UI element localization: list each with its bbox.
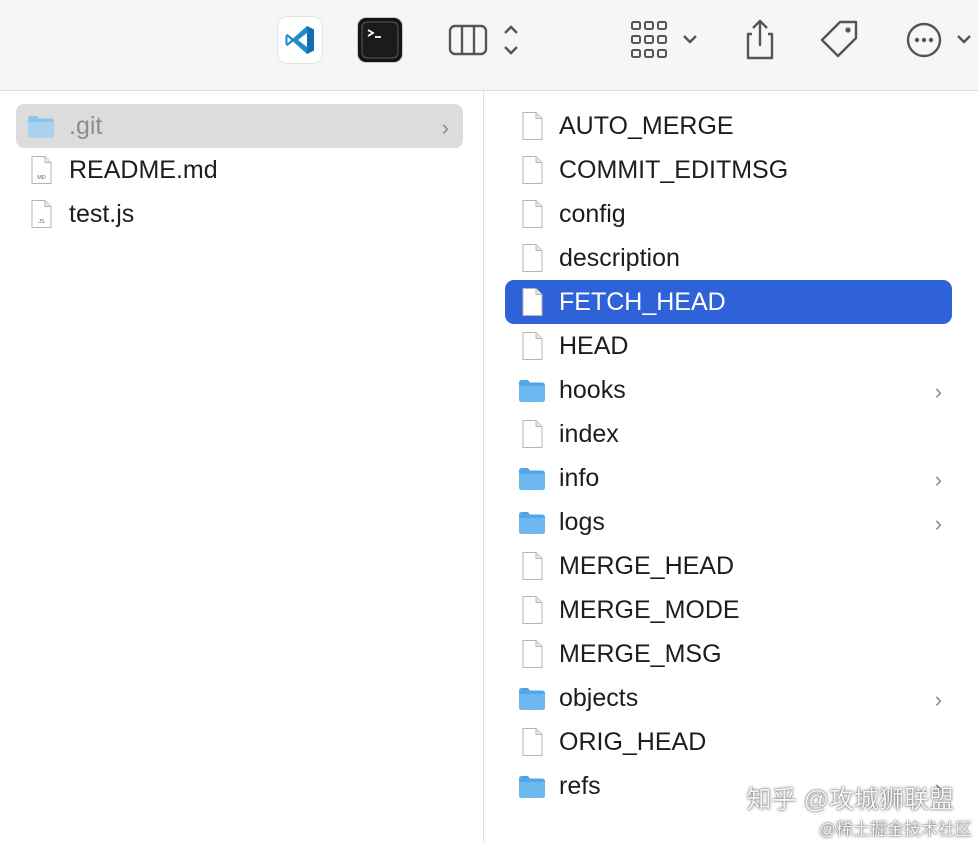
document-icon: MD: [26, 155, 56, 185]
list-item-testjs[interactable]: JS test.js: [16, 192, 463, 236]
list-item[interactable]: description: [505, 236, 952, 280]
item-label: test.js: [69, 200, 135, 228]
document-icon: [517, 727, 547, 757]
file-badge: JS: [38, 219, 45, 225]
folder-icon: [26, 111, 56, 141]
list-item-git-folder[interactable]: .git ›: [16, 104, 463, 148]
chevron-right-icon: ›: [441, 115, 449, 140]
item-label: AUTO_MERGE: [559, 112, 734, 140]
item-label: .git: [69, 112, 103, 140]
chevron-right-icon: ›: [934, 687, 942, 712]
item-label: hooks: [559, 376, 626, 404]
left-column: .git › MD README.md JS test.js: [0, 91, 484, 842]
item-label: MERGE_MODE: [559, 596, 740, 624]
right-column: AUTO_MERGE COMMIT_EDITMSGconfig descriptio…: [484, 91, 978, 842]
list-item[interactable]: index: [505, 412, 952, 456]
document-icon: [517, 287, 547, 317]
more-icon[interactable]: [902, 18, 978, 62]
list-item[interactable]: MERGE_MSG: [505, 632, 952, 676]
item-label: HEAD: [559, 332, 629, 360]
item-label: README.md: [69, 156, 218, 184]
item-label: ORIG_HEAD: [559, 728, 707, 756]
watermark-text: 知乎 @攻城狮联盟: [746, 786, 954, 814]
share-icon[interactable]: [740, 18, 780, 62]
folder-icon: [517, 771, 547, 801]
list-item[interactable]: MERGE_MODE: [505, 588, 952, 632]
list-item[interactable]: info ›: [505, 456, 952, 500]
list-item[interactable]: ORIG_HEAD: [505, 720, 952, 764]
group-icon[interactable]: [628, 18, 704, 62]
folder-icon: [517, 507, 547, 537]
terminal-app-icon[interactable]: [358, 18, 402, 62]
item-label: COMMIT_EDITMSG: [559, 156, 789, 184]
item-label: FETCH_HEAD: [559, 288, 726, 316]
item-label: objects: [559, 684, 639, 712]
item-label: description: [559, 244, 680, 272]
document-icon: [517, 331, 547, 361]
list-item[interactable]: AUTO_MERGE: [505, 104, 952, 148]
list-item[interactable]: logs ›: [505, 500, 952, 544]
file-badge: MD: [37, 175, 46, 181]
document-icon: [517, 111, 547, 141]
chevron-right-icon: ›: [934, 379, 942, 404]
list-item[interactable]: COMMIT_EDITMSG: [505, 148, 952, 192]
document-icon: [517, 551, 547, 581]
item-label: refs: [559, 772, 601, 800]
document-icon: [517, 595, 547, 625]
vscode-app-icon[interactable]: [278, 17, 322, 63]
list-item[interactable]: config: [505, 192, 952, 236]
folder-icon: [517, 463, 547, 493]
item-label: info: [559, 464, 600, 492]
list-item[interactable]: FETCH_HEAD: [505, 280, 952, 324]
folder-icon: [517, 375, 547, 405]
finder-toolbar: [0, 0, 978, 91]
document-icon: [517, 243, 547, 273]
document-icon: [517, 419, 547, 449]
item-label: index: [559, 420, 619, 448]
document-icon: JS: [26, 199, 56, 229]
item-label: logs: [559, 508, 605, 536]
document-icon: [517, 639, 547, 669]
item-label: config: [559, 200, 626, 228]
list-item-readme[interactable]: MD README.md: [16, 148, 463, 192]
chevron-right-icon: ›: [934, 467, 942, 492]
list-item[interactable]: objects ›: [505, 676, 952, 720]
chevron-right-icon: ›: [934, 511, 942, 536]
item-label: MERGE_HEAD: [559, 552, 735, 580]
list-item[interactable]: MERGE_HEAD: [505, 544, 952, 588]
list-item[interactable]: HEAD: [505, 324, 952, 368]
columns-view-icon[interactable]: [446, 20, 526, 60]
list-item[interactable]: hooks ›: [505, 368, 952, 412]
document-icon: [517, 199, 547, 229]
document-icon: [517, 155, 547, 185]
tags-icon[interactable]: [818, 18, 862, 62]
folder-icon: [517, 683, 547, 713]
watermark-text-secondary: @稀土掘金技术社区: [818, 820, 972, 839]
item-label: MERGE_MSG: [559, 640, 722, 668]
